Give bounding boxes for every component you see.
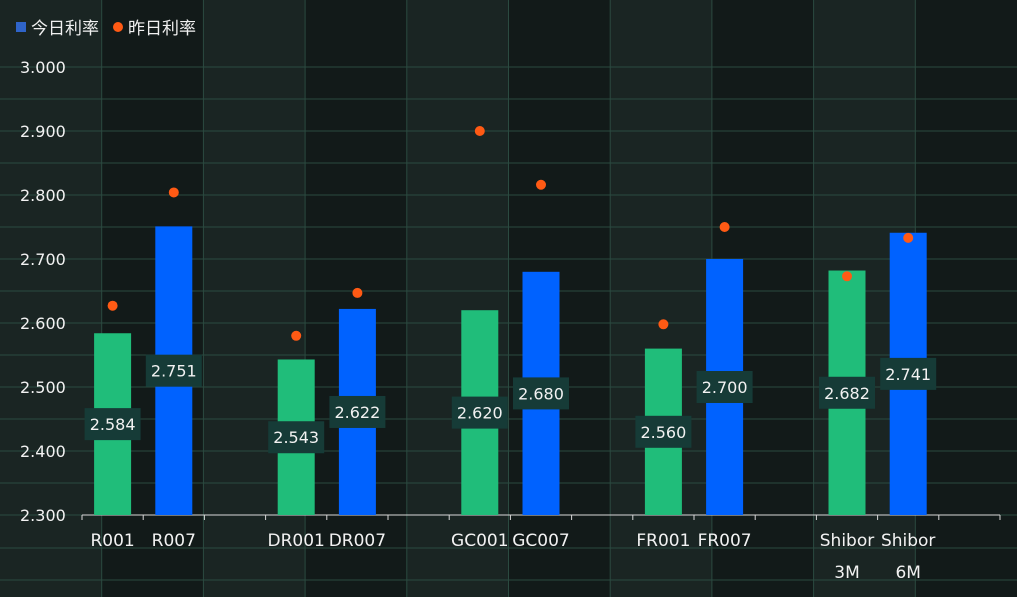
y-tick-label: 2.600 bbox=[20, 314, 66, 333]
x-category-label: Shibor bbox=[881, 531, 935, 551]
x-category-label: 3M bbox=[834, 563, 859, 583]
y-tick-label: 2.400 bbox=[20, 442, 66, 461]
value-label: 2.620 bbox=[457, 404, 503, 423]
value-label: 2.680 bbox=[518, 384, 564, 403]
x-category-label: FR001 bbox=[636, 531, 690, 551]
legend-dot-icon bbox=[113, 21, 123, 32]
y-tick-label: 3.000 bbox=[20, 58, 66, 77]
value-label: 2.741 bbox=[885, 365, 931, 384]
x-category-label: FR007 bbox=[698, 531, 752, 551]
yesterday-dot bbox=[719, 222, 730, 232]
yesterday-dot bbox=[107, 300, 118, 311]
yesterday-dot bbox=[352, 287, 363, 298]
value-label: 2.560 bbox=[640, 423, 686, 442]
legend-item-today[interactable]: 今日利率 bbox=[16, 14, 99, 39]
chart-container: 3.000 2.900 2.800 2.700 2.600 2.500 2.400 2.300… bbox=[0, 0, 1017, 597]
x-category-label: GC007 bbox=[512, 531, 570, 551]
y-tick-label: 2.500 bbox=[20, 378, 66, 397]
x-category-label: GC001 bbox=[451, 531, 509, 551]
yesterday-dot bbox=[903, 232, 914, 243]
legend: 今日利率 昨日利率 bbox=[16, 14, 196, 39]
y-tick-label: 2.700 bbox=[20, 250, 66, 269]
yesterday-dot bbox=[168, 187, 179, 198]
y-tick-label: 2.900 bbox=[20, 122, 66, 141]
yesterday-dot bbox=[842, 271, 852, 282]
yesterday-dot bbox=[474, 126, 485, 136]
value-label: 2.700 bbox=[702, 378, 748, 397]
legend-square-icon bbox=[16, 21, 26, 32]
yesterday-dot bbox=[536, 179, 546, 190]
x-category-label: DR001 bbox=[268, 531, 325, 551]
y-tick-label: 2.300 bbox=[20, 506, 66, 525]
y-tick-label: 2.800 bbox=[20, 186, 66, 205]
x-category-label: Shibor bbox=[820, 531, 874, 551]
background-band bbox=[915, 0, 1017, 597]
value-label: 2.622 bbox=[334, 403, 380, 422]
x-category-label: DR007 bbox=[329, 531, 386, 551]
x-category-label: 6M bbox=[895, 563, 920, 583]
x-category-label: R007 bbox=[152, 531, 196, 551]
value-label: 2.584 bbox=[90, 415, 136, 434]
yesterday-dot bbox=[658, 319, 669, 330]
legend-label-today: 今日利率 bbox=[31, 19, 99, 39]
legend-label-yesterday: 昨日利率 bbox=[128, 19, 196, 39]
value-label: 2.682 bbox=[824, 384, 870, 403]
legend-item-yesterday[interactable]: 昨日利率 bbox=[113, 14, 196, 39]
value-label: 2.751 bbox=[151, 362, 197, 381]
chart-canvas: 3.000 2.900 2.800 2.700 2.600 2.500 2.400 2.300… bbox=[0, 0, 1017, 597]
yesterday-dot bbox=[291, 330, 302, 341]
x-category-label: R001 bbox=[90, 531, 134, 551]
value-label: 2.543 bbox=[273, 428, 319, 447]
